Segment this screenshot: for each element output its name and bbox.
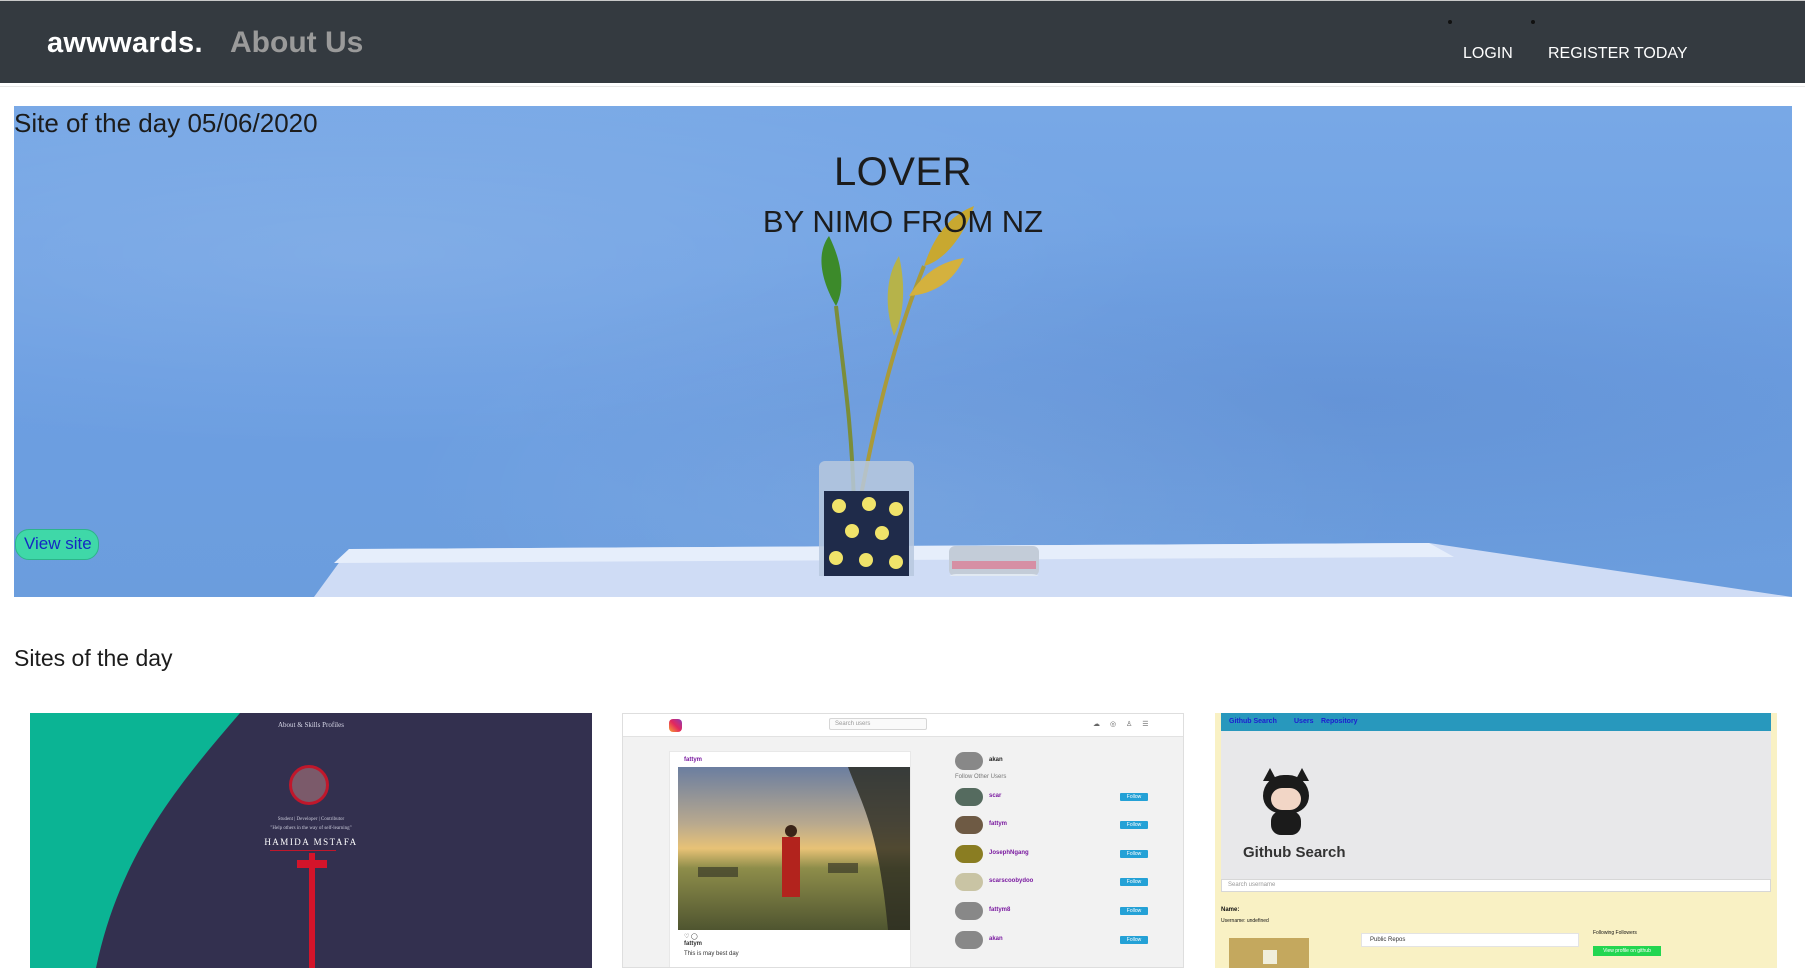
card3-name-label: Name: <box>1221 907 1240 913</box>
brand-logo[interactable]: awwwards. <box>47 27 203 60</box>
follow-button[interactable]: Follow <box>1120 793 1148 801</box>
card2-user-name[interactable]: scar <box>989 793 1001 799</box>
list-item: fattym Follow <box>955 816 1155 834</box>
card2-follow-label: Follow Other Users <box>955 774 1007 780</box>
follow-button[interactable]: Follow <box>1120 821 1148 829</box>
github-octocat-body <box>1271 811 1301 835</box>
list-item: akan Follow <box>955 931 1155 949</box>
card3-public-repos: Public Repos <box>1361 933 1579 947</box>
card3-username-label: Username: undefined <box>1221 918 1269 924</box>
card3-search-input[interactable]: Search username <box>1221 879 1771 892</box>
card3-following: Following Followers <box>1593 930 1637 936</box>
card3-avatar-inner <box>1263 950 1277 964</box>
nav-dot-icon <box>1531 20 1535 24</box>
card3-nav-repo[interactable]: Repository <box>1321 718 1358 725</box>
site-card-github-search[interactable]: Github Search Users Repository Github Se… <box>1215 713 1777 968</box>
card2-user-name[interactable]: JosephNgang <box>989 850 1029 856</box>
card2-post-author: fattym <box>684 941 703 947</box>
card1-timeline-bar <box>309 853 315 968</box>
site-card-portfolio[interactable]: About & Skills Profiles Student | Develo… <box>30 713 592 968</box>
card2-post: fattym ♡ ◯ fattym This is may best day <box>669 751 911 967</box>
avatar <box>955 873 983 891</box>
avatar <box>955 845 983 863</box>
card2-topbar: Search users ☁ ◎ ♙ ☰ <box>623 714 1183 737</box>
nav-login-link[interactable]: LOGIN <box>1463 45 1513 63</box>
card3-topbar: Github Search Users Repository <box>1221 713 1771 731</box>
avatar <box>955 816 983 834</box>
card1-quote: "Help others in the way of self-learning… <box>270 826 352 831</box>
card2-photo-scene <box>698 767 910 930</box>
card3-hero: Github Search <box>1221 731 1771 883</box>
top-navbar: awwwards. About Us LOGIN REGISTER TODAY <box>0 0 1805 83</box>
card2-search-input[interactable]: Search users <box>829 718 927 730</box>
card1-name: HAMIDA MSTAFA <box>264 837 358 847</box>
card2-user-name[interactable]: scarscoobydoo <box>989 878 1033 884</box>
card2-post-caption: This is may best day <box>684 951 739 957</box>
list-item: akan <box>955 752 1155 770</box>
card2-user-name[interactable]: akan <box>989 936 1003 942</box>
nav-dot-icon <box>1448 20 1452 24</box>
hero-site-title: LOVER <box>833 150 973 194</box>
hero-site-author: BY NIMO FROM NZ <box>762 204 1044 239</box>
card2-user-name[interactable]: fattym <box>989 821 1007 827</box>
card1-nav-links[interactable]: About & Skills Profiles <box>278 721 344 729</box>
view-site-button[interactable]: View site <box>15 529 99 560</box>
avatar <box>955 931 983 949</box>
card1-tagline: Student | Developer | Contributor <box>277 817 345 822</box>
card3-nav-users[interactable]: Users <box>1294 718 1313 725</box>
follow-button[interactable]: Follow <box>1120 907 1148 915</box>
card1-divider <box>270 850 336 851</box>
follow-button[interactable]: Follow <box>1120 878 1148 886</box>
card3-github-button[interactable]: View profile on github <box>1593 946 1661 956</box>
avatar <box>289 765 329 805</box>
card2-nav-icons: ☁ ◎ ♙ ☰ <box>1093 721 1153 728</box>
follow-button[interactable]: Follow <box>1120 850 1148 858</box>
follow-button[interactable]: Follow <box>1120 936 1148 944</box>
list-item: scar Follow <box>955 788 1155 806</box>
nav-register-link[interactable]: REGISTER TODAY <box>1548 45 1688 63</box>
site-of-the-day-hero: Site of the day 05/06/2020 LOVER BY NIMO… <box>14 106 1792 597</box>
nav-divider <box>0 86 1805 87</box>
avatar <box>955 902 983 920</box>
site-card-instagram-clone[interactable]: Search users ☁ ◎ ♙ ☰ fattym ♡ ◯ fattym T… <box>622 713 1184 968</box>
nav-about-us[interactable]: About Us <box>230 26 363 60</box>
card2-post-user: fattym <box>684 757 703 763</box>
list-item: scarscoobydoo Follow <box>955 873 1155 891</box>
card2-like-icons[interactable]: ♡ ◯ <box>684 933 698 940</box>
github-octocat-face <box>1271 788 1301 810</box>
list-item: fattym8 Follow <box>955 902 1155 920</box>
avatar <box>955 752 983 770</box>
card2-side-user: akan <box>989 757 1003 763</box>
instagram-icon <box>669 719 682 732</box>
card3-nav-title[interactable]: Github Search <box>1229 718 1277 725</box>
card2-user-name[interactable]: fattym8 <box>989 907 1010 913</box>
site-of-the-day-label: Site of the day 05/06/2020 <box>14 108 318 138</box>
card2-post-photo <box>678 767 910 930</box>
list-item: JosephNgang Follow <box>955 845 1155 863</box>
sites-of-the-day-heading: Sites of the day <box>14 645 173 671</box>
card3-title: Github Search <box>1243 844 1346 861</box>
avatar <box>955 788 983 806</box>
